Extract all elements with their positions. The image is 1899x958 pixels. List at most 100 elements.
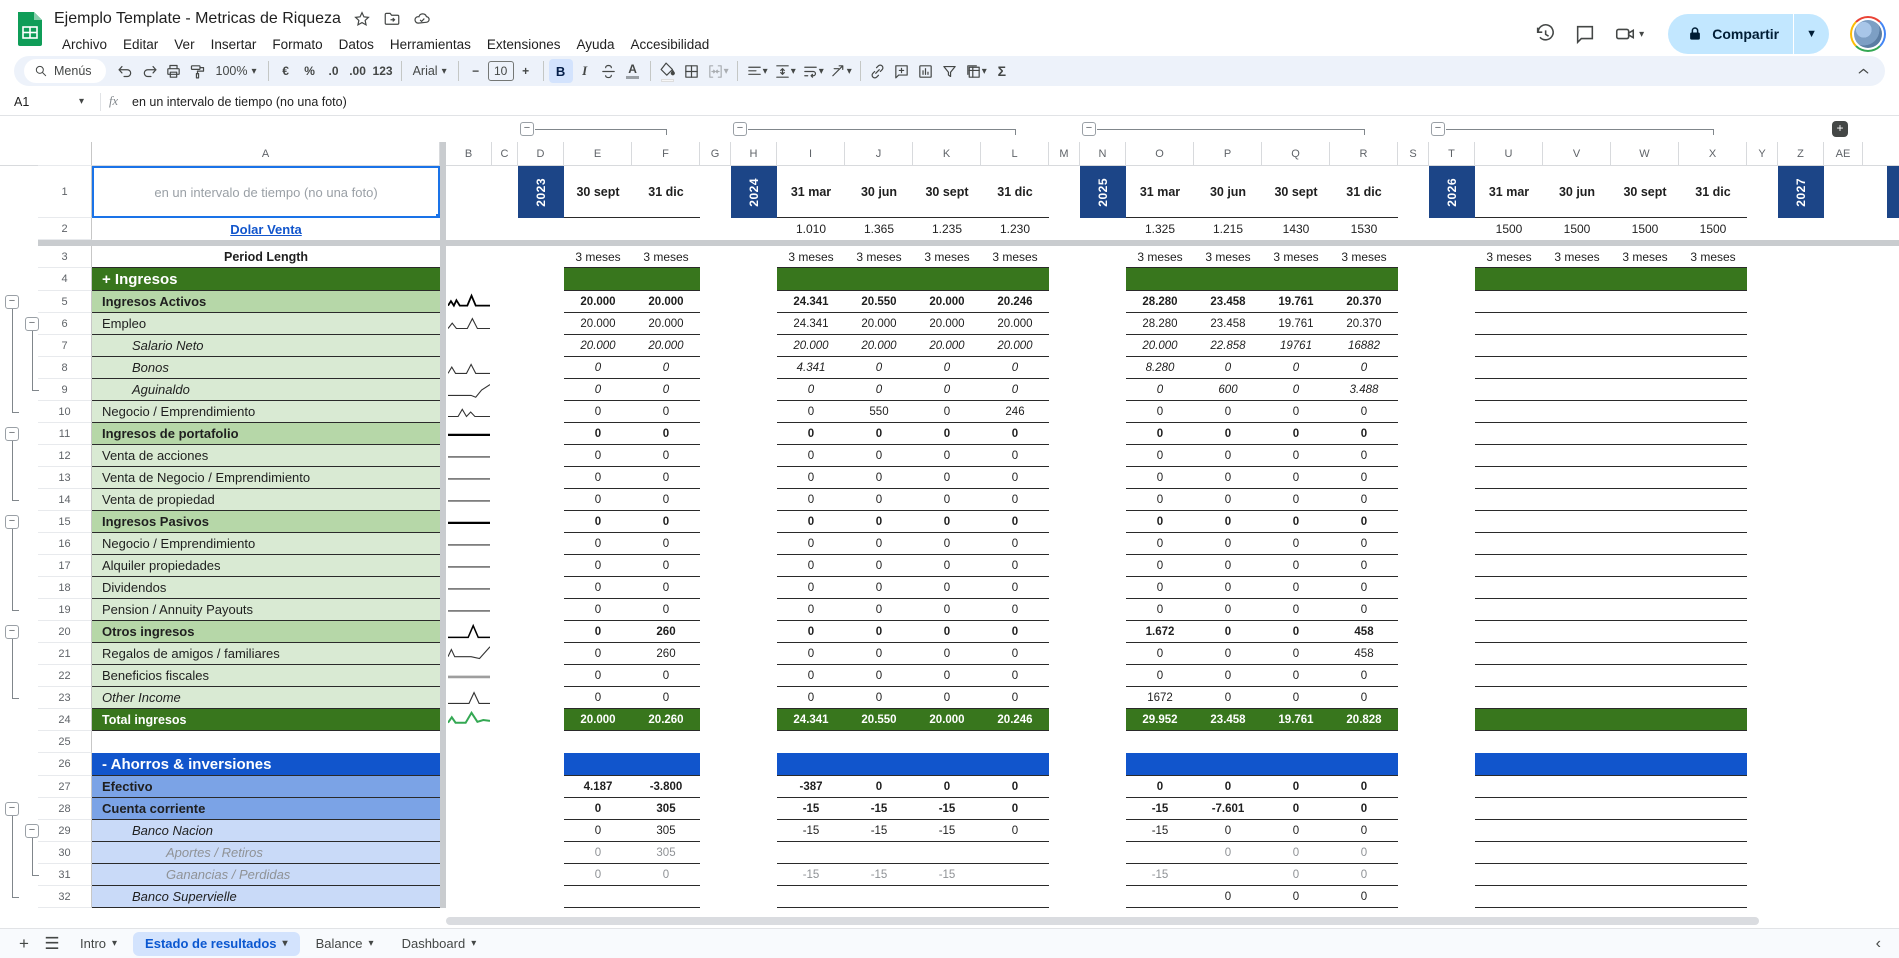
cell-26[interactable] — [1126, 753, 1194, 776]
cell[interactable] — [731, 709, 777, 731]
print-button[interactable] — [162, 59, 186, 83]
cell-10[interactable]: 0 — [1126, 401, 1194, 423]
cell[interactable] — [1080, 753, 1126, 776]
cell[interactable] — [1778, 489, 1824, 511]
cell[interactable] — [1824, 753, 1863, 776]
column-header-V[interactable]: V — [1543, 142, 1611, 166]
cell[interactable] — [518, 731, 564, 753]
tab-estado-de-resultados[interactable]: Estado de resultados ▾ — [133, 932, 300, 956]
cell-12[interactable]: 0 — [1126, 445, 1194, 467]
cell[interactable] — [1824, 246, 1863, 268]
cell[interactable] — [700, 313, 731, 335]
cell-18[interactable]: 0 — [777, 577, 845, 599]
cell-8[interactable]: 0 — [913, 357, 981, 379]
cell[interactable] — [1049, 379, 1080, 401]
cell-24[interactable] — [1611, 709, 1679, 731]
cell-25[interactable] — [1330, 731, 1398, 753]
cell[interactable] — [1863, 291, 1899, 313]
cell[interactable] — [1863, 511, 1899, 533]
cell-A19[interactable]: Pension / Annuity Payouts — [92, 599, 440, 621]
cell[interactable] — [1824, 709, 1863, 731]
menu-editar[interactable]: Editar — [115, 35, 166, 54]
cell[interactable] — [518, 864, 564, 886]
cell-32[interactable] — [981, 886, 1049, 908]
cell-20[interactable] — [1543, 621, 1611, 643]
cell[interactable] — [1398, 218, 1429, 240]
cell[interactable] — [1049, 864, 1080, 886]
cell[interactable] — [1429, 643, 1475, 665]
cell-27[interactable]: 0 — [1194, 776, 1262, 798]
cell-29[interactable]: -15 — [777, 820, 845, 842]
cell[interactable] — [1747, 621, 1778, 643]
cell-11[interactable] — [1611, 423, 1679, 445]
cell-15[interactable]: 0 — [632, 511, 700, 533]
cell-10[interactable] — [1475, 401, 1543, 423]
cell[interactable] — [518, 798, 564, 820]
cell-10[interactable]: 550 — [845, 401, 913, 423]
star-icon[interactable] — [353, 10, 371, 28]
cell-9[interactable]: 0 — [981, 379, 1049, 401]
cell[interactable] — [492, 776, 518, 798]
cell-A20[interactable]: Otros ingresos — [92, 621, 440, 643]
cell-5[interactable] — [1611, 291, 1679, 313]
cell[interactable] — [1778, 798, 1824, 820]
cell-32[interactable] — [777, 886, 845, 908]
cell-3[interactable]: 3 meses — [1126, 246, 1194, 268]
cell-17[interactable]: 0 — [913, 555, 981, 577]
cell-26[interactable] — [632, 753, 700, 776]
cell-19[interactable]: 0 — [1126, 599, 1194, 621]
cell-31[interactable]: -15 — [1126, 864, 1194, 886]
cell-8[interactable]: 0 — [1330, 357, 1398, 379]
cell-8[interactable]: 8.280 — [1126, 357, 1194, 379]
cell-spark-15[interactable] — [446, 511, 492, 533]
cell-28[interactable]: -15 — [777, 798, 845, 820]
cell-19[interactable]: 0 — [632, 599, 700, 621]
cell[interactable] — [1429, 820, 1475, 842]
cell[interactable] — [1747, 776, 1778, 798]
cell[interactable] — [1824, 401, 1863, 423]
cell-7[interactable]: 20.000 — [1126, 335, 1194, 357]
cell-13[interactable]: 0 — [1126, 467, 1194, 489]
cell-6[interactable] — [1475, 313, 1543, 335]
cell[interactable] — [1747, 599, 1778, 621]
year-badge-2024[interactable]: 2024 — [731, 166, 777, 218]
cell[interactable] — [518, 577, 564, 599]
cell[interactable] — [1398, 291, 1429, 313]
undo-button[interactable] — [114, 59, 138, 83]
date-header-cell[interactable]: 31 mar — [1475, 166, 1543, 218]
cell[interactable] — [1429, 379, 1475, 401]
cell[interactable] — [1429, 357, 1475, 379]
cell-4[interactable] — [1262, 268, 1330, 291]
cell[interactable] — [1429, 886, 1475, 908]
tab-scroll-left-button[interactable]: ‹ — [1868, 935, 1889, 953]
comments-icon[interactable] — [1574, 23, 1596, 45]
cell-32[interactable]: 0 — [1330, 886, 1398, 908]
cell-23[interactable]: 0 — [564, 687, 632, 709]
column-header-N[interactable]: N — [1080, 142, 1126, 166]
cell-28[interactable] — [1543, 798, 1611, 820]
cell[interactable] — [1080, 445, 1126, 467]
paint-format-button[interactable] — [186, 59, 210, 83]
cell-29[interactable] — [1475, 820, 1543, 842]
cell-8[interactable]: 0 — [1262, 357, 1330, 379]
column-header-T[interactable]: T — [1429, 142, 1475, 166]
cell[interactable] — [1747, 268, 1778, 291]
cell-A14[interactable]: Venta de propiedad — [92, 489, 440, 511]
cell-15[interactable]: 0 — [777, 511, 845, 533]
row-header-9[interactable]: 9 — [38, 379, 92, 401]
cell-16[interactable]: 0 — [845, 533, 913, 555]
cell[interactable] — [731, 511, 777, 533]
cell-27[interactable]: 0 — [1330, 776, 1398, 798]
cell[interactable] — [1049, 313, 1080, 335]
cell-16[interactable] — [1475, 533, 1543, 555]
cell[interactable] — [492, 886, 518, 908]
cell[interactable] — [518, 467, 564, 489]
menu-datos[interactable]: Datos — [331, 35, 382, 54]
row-header-29[interactable]: 29 — [38, 820, 92, 842]
cell-31[interactable] — [1543, 864, 1611, 886]
cell[interactable] — [518, 621, 564, 643]
cell[interactable] — [492, 467, 518, 489]
cell[interactable] — [731, 423, 777, 445]
cell-24[interactable]: 29.952 — [1126, 709, 1194, 731]
cell[interactable] — [1080, 709, 1126, 731]
